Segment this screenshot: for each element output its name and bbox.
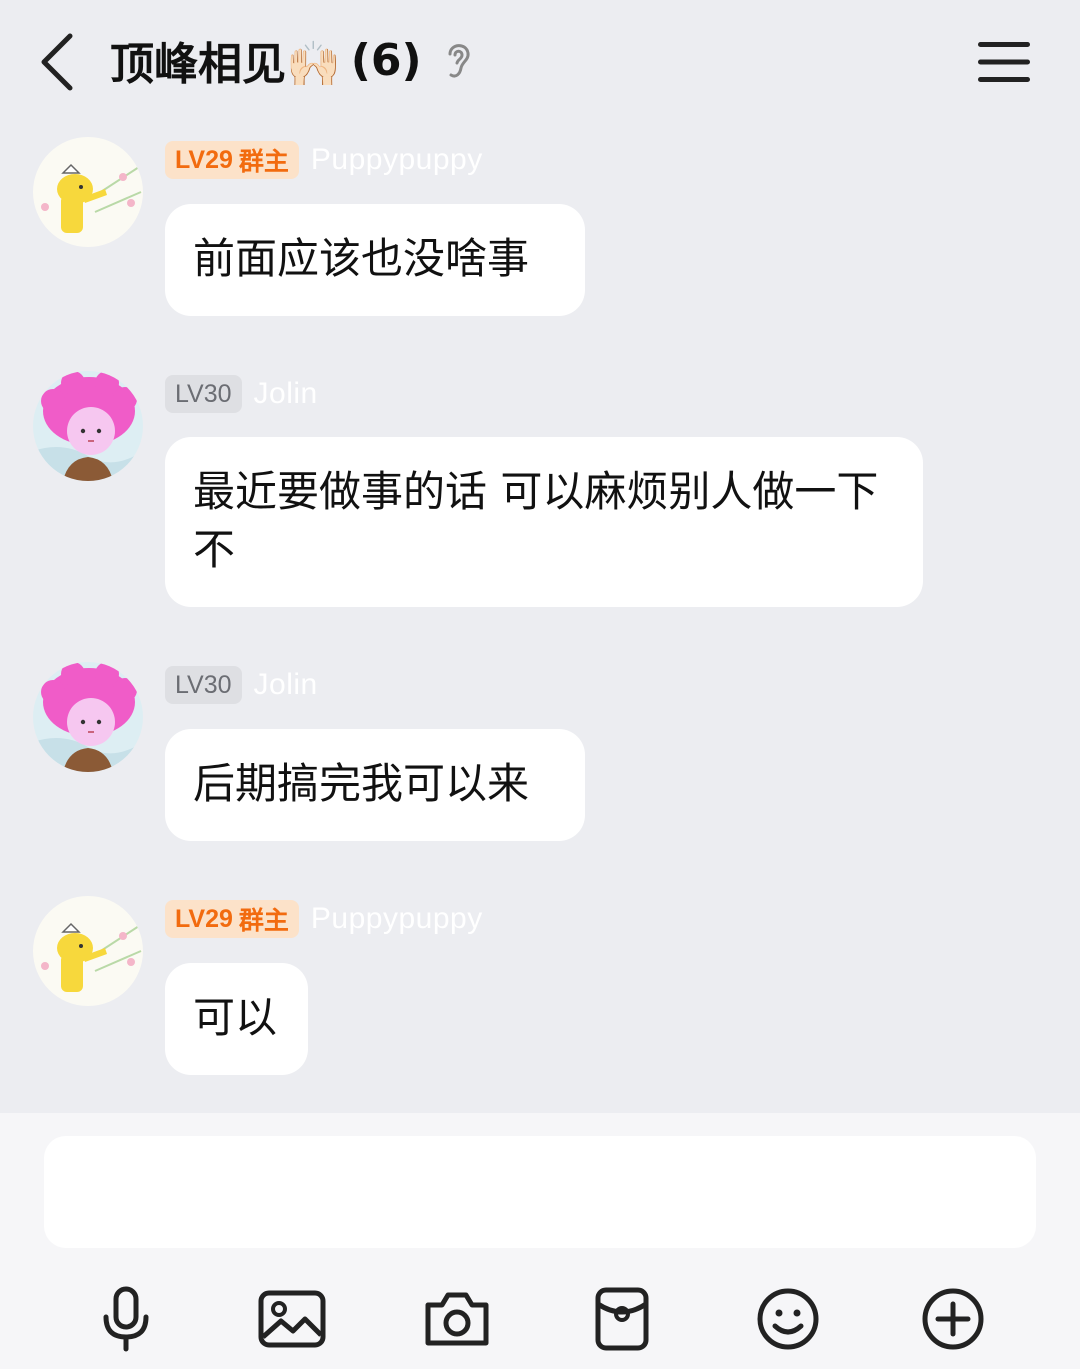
- voice-button[interactable]: [90, 1283, 162, 1355]
- sender-meta: LV29 群主 Puppypuppy: [165, 899, 483, 939]
- gallery-button[interactable]: [256, 1283, 328, 1355]
- ear-icon: [448, 44, 470, 78]
- message-text: 后期搞完我可以来: [193, 759, 530, 808]
- yellow-dog-avatar: [33, 137, 143, 247]
- level-badge: LV29 群主: [165, 900, 299, 938]
- avatar-jolin[interactable]: [33, 662, 143, 772]
- message-text: 可以: [193, 993, 278, 1042]
- role-text: 群主: [238, 148, 289, 176]
- level-text: LV29: [175, 145, 233, 174]
- level-badge: LV30: [165, 666, 242, 704]
- red-packet-icon: [595, 1287, 649, 1351]
- level-text: LV30: [175, 670, 232, 699]
- yellow-dog-avatar: [33, 896, 143, 1006]
- level-badge: LV29 群主: [165, 141, 299, 179]
- message-text: 最近要做事的话 可以麻烦别人做一下不: [193, 467, 879, 574]
- sender-name[interactable]: Jolin: [254, 377, 318, 411]
- message-input[interactable]: [44, 1136, 1036, 1248]
- level-text: LV29: [175, 904, 233, 933]
- chat-header: 顶峰相见🙌🏻 (6): [0, 0, 1080, 120]
- hamburger-menu-icon[interactable]: [976, 40, 1032, 84]
- microphone-icon: [103, 1286, 149, 1352]
- level-badge: LV30: [165, 375, 242, 413]
- avatar-puppypuppy[interactable]: [33, 137, 143, 247]
- message-text: 前面应该也没啥事: [193, 234, 530, 283]
- sender-name[interactable]: Puppypuppy: [311, 143, 483, 177]
- red-packet-button[interactable]: [586, 1283, 658, 1355]
- member-count: (6): [350, 34, 422, 86]
- chat-title[interactable]: 顶峰相见🙌🏻 (6): [110, 28, 476, 92]
- more-button[interactable]: [917, 1283, 989, 1355]
- sender-meta: LV29 群主 Puppypuppy: [165, 140, 483, 180]
- sender-name[interactable]: Puppypuppy: [311, 902, 483, 936]
- composer: [0, 1113, 1080, 1369]
- role-text: 群主: [238, 907, 289, 935]
- camera-button[interactable]: [421, 1283, 493, 1355]
- back-chevron-icon[interactable]: [36, 30, 84, 94]
- plus-icon: [922, 1288, 984, 1350]
- image-icon: [258, 1290, 326, 1348]
- message-bubble[interactable]: 最近要做事的话 可以麻烦别人做一下不: [165, 437, 923, 607]
- message-bubble[interactable]: 前面应该也没啥事: [165, 204, 585, 316]
- emoji-icon: [757, 1288, 819, 1350]
- level-text: LV30: [175, 379, 232, 408]
- sender-meta: LV30 Jolin: [165, 665, 318, 705]
- pink-hair-girl-avatar: [33, 371, 143, 481]
- message-bubble[interactable]: 可以: [165, 963, 308, 1075]
- group-name: 顶峰相见🙌🏻: [110, 39, 341, 90]
- message-bubble[interactable]: 后期搞完我可以来: [165, 729, 585, 841]
- emoji-button[interactable]: [752, 1283, 824, 1355]
- avatar-jolin[interactable]: [33, 371, 143, 481]
- avatar-puppypuppy[interactable]: [33, 896, 143, 1006]
- pink-hair-girl-avatar: [33, 662, 143, 772]
- sender-meta: LV30 Jolin: [165, 374, 318, 414]
- camera-icon: [425, 1292, 489, 1346]
- sender-name[interactable]: Jolin: [254, 668, 318, 702]
